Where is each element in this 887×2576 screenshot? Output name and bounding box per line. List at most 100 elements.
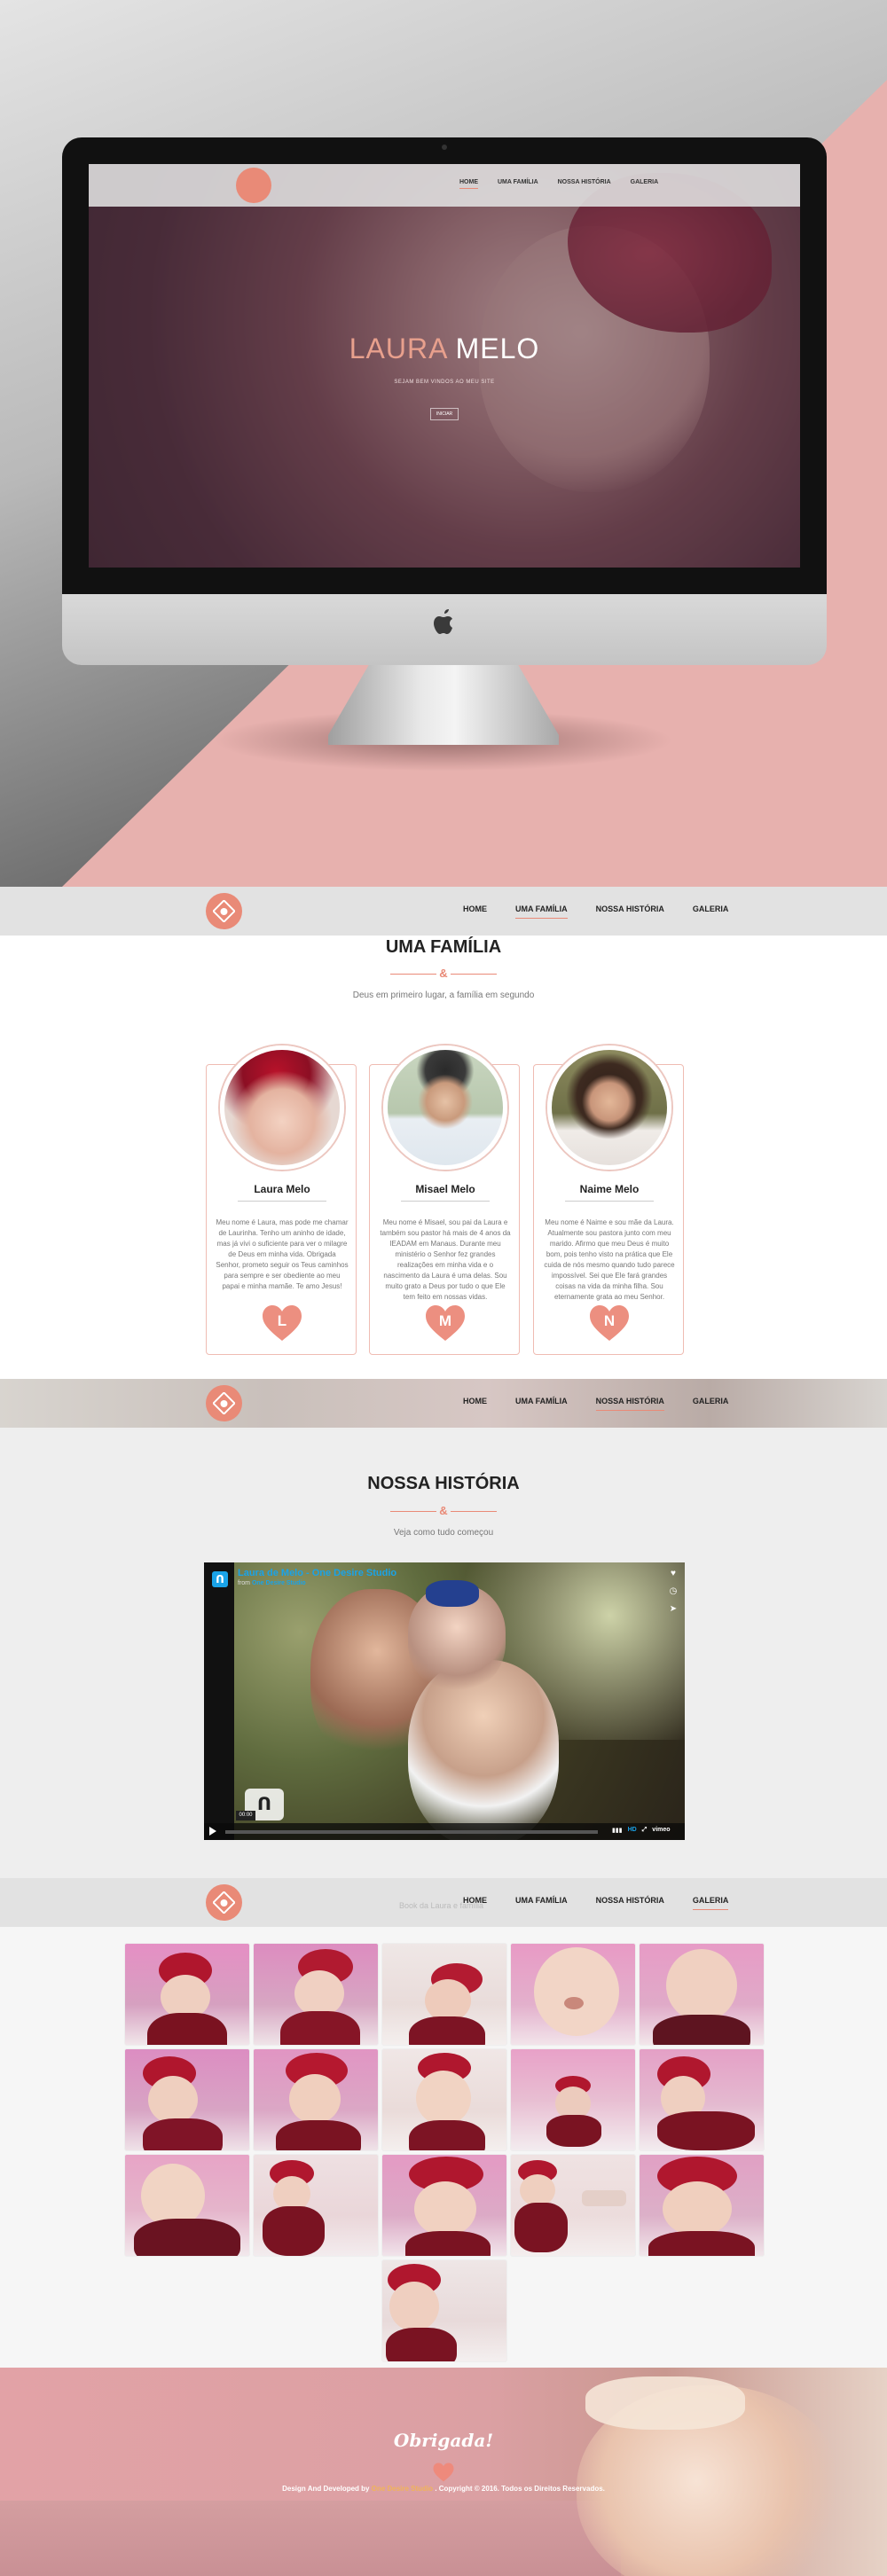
gallery-photo[interactable] — [124, 2048, 250, 2151]
footer-baby-bow — [585, 2376, 745, 2430]
family-section: UMA FAMÍLIA & Deus em primeiro lugar, a … — [0, 936, 887, 1379]
gallery-photo[interactable] — [381, 1943, 507, 2046]
gallery-photo[interactable] — [639, 2154, 765, 2257]
photo-face — [289, 2074, 341, 2124]
screen-menu-family[interactable]: UMA FAMÍLIA — [498, 179, 538, 189]
site-logo[interactable] — [206, 893, 242, 929]
photo-dress — [280, 2011, 360, 2045]
photo-dress — [409, 2016, 485, 2045]
gallery-photo[interactable] — [510, 1943, 636, 2046]
gallery-photo[interactable] — [124, 2154, 250, 2257]
site-logo[interactable] — [206, 1385, 242, 1421]
story-section: NOSSA HISTÓRIA & Veja como tudo começou … — [0, 1428, 887, 1878]
video-player[interactable]: ᑎ Laura de Melo - One Desire Studio from… — [204, 1562, 685, 1840]
member-initial: M — [438, 1312, 452, 1329]
gallery-photo[interactable] — [381, 2048, 507, 2151]
member-name: Misael Melo — [415, 1183, 475, 1195]
name-underline — [238, 1201, 326, 1202]
nav-gallery[interactable]: GALERIA — [693, 1397, 729, 1411]
member-card-misael: Misael Melo Meu nome é Misael, sou pai d… — [369, 1045, 520, 1355]
screen-hero-subtitle: SEJAM BEM VINDOS AO MEU SITE — [394, 380, 495, 385]
nav-gallery[interactable]: GALERIA — [692, 1896, 729, 1910]
story-subtitle: Veja como tudo começou — [393, 1528, 494, 1538]
hd-toggle[interactable]: HD — [628, 1827, 637, 1834]
monitor-stand — [328, 663, 559, 745]
gallery-photo[interactable] — [510, 2154, 636, 2257]
video-title[interactable]: Laura de Melo - One Desire Studio — [238, 1568, 396, 1578]
member-bio: Meu nome é Naime e sou mãe da Laura. Atu… — [544, 1218, 675, 1301]
nav-family[interactable]: UMA FAMÍLIA — [515, 1896, 568, 1910]
play-icon[interactable] — [209, 1827, 216, 1836]
screen-menu-home[interactable]: HOME — [459, 179, 478, 189]
screen-start-button[interactable]: INICIAR — [430, 408, 459, 420]
nav-story[interactable]: NOSSA HISTÓRIA — [596, 904, 664, 919]
photo-face — [416, 2071, 471, 2126]
family-divider: & — [390, 967, 497, 981]
heart-icon: L — [262, 1304, 302, 1342]
share-send-icon[interactable]: ➤ — [667, 1603, 679, 1616]
main-menu: HOME UMA FAMÍLIA NOSSA HISTÓRIA GALERIA — [463, 1397, 728, 1411]
gallery-photo[interactable] — [253, 2048, 379, 2151]
video-timestamp: 00:00 — [236, 1811, 255, 1820]
name-underline — [565, 1201, 654, 1202]
photo-dress — [653, 2015, 750, 2045]
member-photo-misael — [383, 1045, 507, 1170]
screen-logo — [236, 168, 271, 203]
video-channel-link[interactable]: One Desire Studio — [252, 1580, 306, 1586]
fullscreen-icon[interactable]: ⤢ — [642, 1827, 648, 1834]
gallery-subtitle-faded: Book da Laura e família — [399, 1901, 484, 1910]
photo-mouth — [564, 1997, 584, 2009]
main-menu: HOME UMA FAMÍLIA NOSSA HISTÓRIA GALERIA — [463, 1896, 729, 1910]
photo-face — [663, 2181, 732, 2236]
gallery-photo[interactable] — [253, 1943, 379, 2046]
studio-link[interactable]: One Desire Studio — [372, 2485, 433, 2493]
screen-title-last: MELO — [455, 333, 540, 364]
family-title: UMA FAMÍLIA — [385, 937, 502, 957]
photo-face — [425, 1979, 471, 2022]
gallery-photo[interactable] — [124, 1943, 250, 2046]
family-subtitle: Deus em primeiro lugar, a família em seg… — [352, 990, 535, 1000]
gallery-photo[interactable] — [510, 2048, 636, 2151]
vimeo-logo[interactable]: vimeo — [652, 1827, 670, 1834]
member-initial: L — [277, 1312, 287, 1329]
name-underline — [401, 1201, 490, 1202]
nav-home[interactable]: HOME — [463, 1397, 487, 1411]
nav-story[interactable]: NOSSA HISTÓRIA — [596, 1896, 664, 1910]
channel-logo-icon[interactable]: ᑎ — [212, 1571, 228, 1587]
video-side-actions: ♥ ◷ ➤ — [667, 1568, 679, 1616]
photo-dress — [657, 2111, 755, 2150]
gallery-photo[interactable] — [253, 2154, 379, 2257]
video-left-bar — [204, 1562, 234, 1840]
nav-family[interactable]: UMA FAMÍLIA — [515, 1397, 568, 1411]
watch-later-clock-icon[interactable]: ◷ — [667, 1586, 679, 1598]
gallery-photo[interactable] — [381, 2259, 507, 2362]
member-bio: Meu nome é Laura, mas pode me chamar de … — [216, 1218, 349, 1290]
footer-bg-shade — [0, 2501, 621, 2576]
gallery-photo[interactable] — [381, 2154, 507, 2257]
photo-dress — [514, 2203, 568, 2252]
video-person-father — [408, 1660, 559, 1840]
photo-face — [389, 2282, 439, 2331]
photo-name-sign — [582, 2190, 626, 2206]
baby-logo-icon — [213, 1392, 235, 1414]
story-title: NOSSA HISTÓRIA — [367, 1474, 520, 1493]
baby-logo-icon — [213, 900, 235, 922]
main-menu: HOME UMA FAMÍLIA NOSSA HISTÓRIA GALERIA — [463, 904, 728, 919]
screen-menu: HOME UMA FAMÍLIA NOSSA HISTÓRIA GALERIA — [459, 179, 658, 189]
screen-menu-gallery[interactable]: GALERIA — [631, 179, 659, 189]
volume-icon[interactable]: ▮▮▮ — [612, 1827, 623, 1834]
photo-face — [148, 2076, 198, 2124]
photo-face — [414, 2181, 476, 2236]
photo-dress — [386, 2328, 457, 2361]
apple-logo-icon — [434, 609, 452, 634]
gallery-photo[interactable] — [639, 1943, 765, 2046]
nav-story[interactable]: NOSSA HISTÓRIA — [595, 1397, 664, 1411]
screen-menu-story[interactable]: NOSSA HISTÓRIA — [558, 179, 611, 189]
video-progress-bar[interactable] — [225, 1830, 598, 1834]
gallery-photo[interactable] — [639, 2048, 765, 2151]
like-heart-icon[interactable]: ♥ — [667, 1568, 679, 1580]
nav-gallery[interactable]: GALERIA — [693, 904, 729, 919]
nav-home[interactable]: HOME — [463, 904, 487, 919]
site-logo[interactable] — [206, 1884, 242, 1921]
nav-family[interactable]: UMA FAMÍLIA — [515, 904, 568, 919]
